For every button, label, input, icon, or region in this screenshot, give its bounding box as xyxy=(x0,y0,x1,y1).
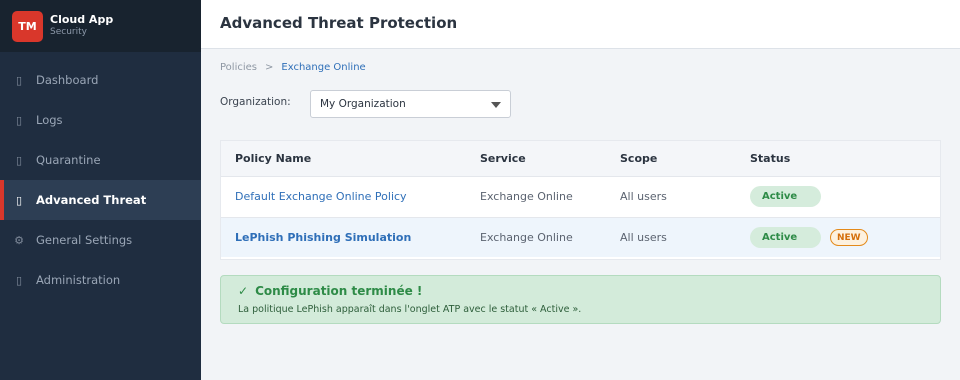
sidebar-item-label: Dashboard xyxy=(36,73,99,87)
chevron-down-icon xyxy=(491,102,501,108)
alert-title: ✓ Configuration terminée ! xyxy=(238,284,422,298)
policy-name-link[interactable]: LePhish Phishing Simulation xyxy=(235,231,411,244)
gear-icon: ⚙ xyxy=(14,233,24,247)
administration-icon: ▯ xyxy=(15,273,23,287)
brand-name: Cloud App xyxy=(50,13,114,26)
table-row[interactable]: Default Exchange Online Policy Exchange … xyxy=(221,177,940,217)
breadcrumb-exchange-online[interactable]: Exchange Online xyxy=(281,62,365,73)
column-header-scope[interactable]: Scope xyxy=(620,152,657,165)
check-icon: ✓ xyxy=(238,284,249,298)
logs-icon: ▯ xyxy=(15,113,23,127)
sidebar-item-label: Administration xyxy=(36,273,121,287)
organization-select[interactable]: My Organization xyxy=(310,90,511,118)
column-header-status[interactable]: Status xyxy=(750,152,790,165)
sidebar-nav: ▯ Dashboard ▯ Logs ▯ Quarantine ▯ Advanc… xyxy=(0,60,201,300)
organization-label: Organization: xyxy=(220,96,291,108)
sidebar-item-label: Logs xyxy=(36,113,63,127)
breadcrumb: Policies > Exchange Online xyxy=(220,62,366,73)
sidebar-item-label: Advanced Threat xyxy=(36,193,147,207)
advanced-threat-icon: ▯ xyxy=(15,193,23,207)
sidebar-item-quarantine[interactable]: ▯ Quarantine xyxy=(0,140,201,180)
breadcrumb-separator: > xyxy=(265,62,274,73)
policy-scope: All users xyxy=(620,190,667,203)
brand-logo: TM xyxy=(12,10,43,42)
brand: TM Cloud App Security xyxy=(0,0,201,52)
organization-selected-value: My Organization xyxy=(320,98,406,110)
table-row[interactable]: LePhish Phishing Simulation Exchange Onl… xyxy=(221,217,940,257)
status-badge: Active xyxy=(750,227,821,248)
policy-name-link[interactable]: Default Exchange Online Policy xyxy=(235,190,407,203)
sidebar-item-dashboard[interactable]: ▯ Dashboard xyxy=(0,60,201,100)
dashboard-icon: ▯ xyxy=(15,73,23,87)
policy-scope: All users xyxy=(620,231,667,244)
success-alert: ✓ Configuration terminée ! La politique L… xyxy=(220,275,941,324)
alert-title-text: Configuration terminée ! xyxy=(255,284,423,298)
sidebar-item-general-settings[interactable]: ⚙ General Settings xyxy=(0,220,201,260)
sidebar-item-label: General Settings xyxy=(36,233,133,247)
quarantine-icon: ▯ xyxy=(15,153,23,167)
policy-service: Exchange Online xyxy=(480,231,573,244)
new-badge: NEW xyxy=(830,229,868,246)
policy-service: Exchange Online xyxy=(480,190,573,203)
column-header-service[interactable]: Service xyxy=(480,152,526,165)
breadcrumb-policies[interactable]: Policies xyxy=(220,62,257,73)
sidebar-item-label: Quarantine xyxy=(36,153,101,167)
status-badge: Active xyxy=(750,186,821,207)
sidebar-item-advanced-threat[interactable]: ▯ Advanced Threat xyxy=(0,180,201,220)
sidebar-item-logs[interactable]: ▯ Logs xyxy=(0,100,201,140)
table-header: Policy Name Service Scope Status xyxy=(221,141,940,177)
alert-message: La politique LePhish apparaît dans l'ong… xyxy=(238,304,582,315)
header: Advanced Threat Protection xyxy=(201,0,960,49)
policy-table: Policy Name Service Scope Status Default… xyxy=(220,140,941,260)
sidebar: TM Cloud App Security ▯ Dashboard ▯ Logs… xyxy=(0,0,201,380)
column-header-policy-name[interactable]: Policy Name xyxy=(235,152,311,165)
sidebar-item-administration[interactable]: ▯ Administration xyxy=(0,260,201,300)
brand-subtitle: Security xyxy=(50,27,87,37)
page-title: Advanced Threat Protection xyxy=(220,14,458,32)
